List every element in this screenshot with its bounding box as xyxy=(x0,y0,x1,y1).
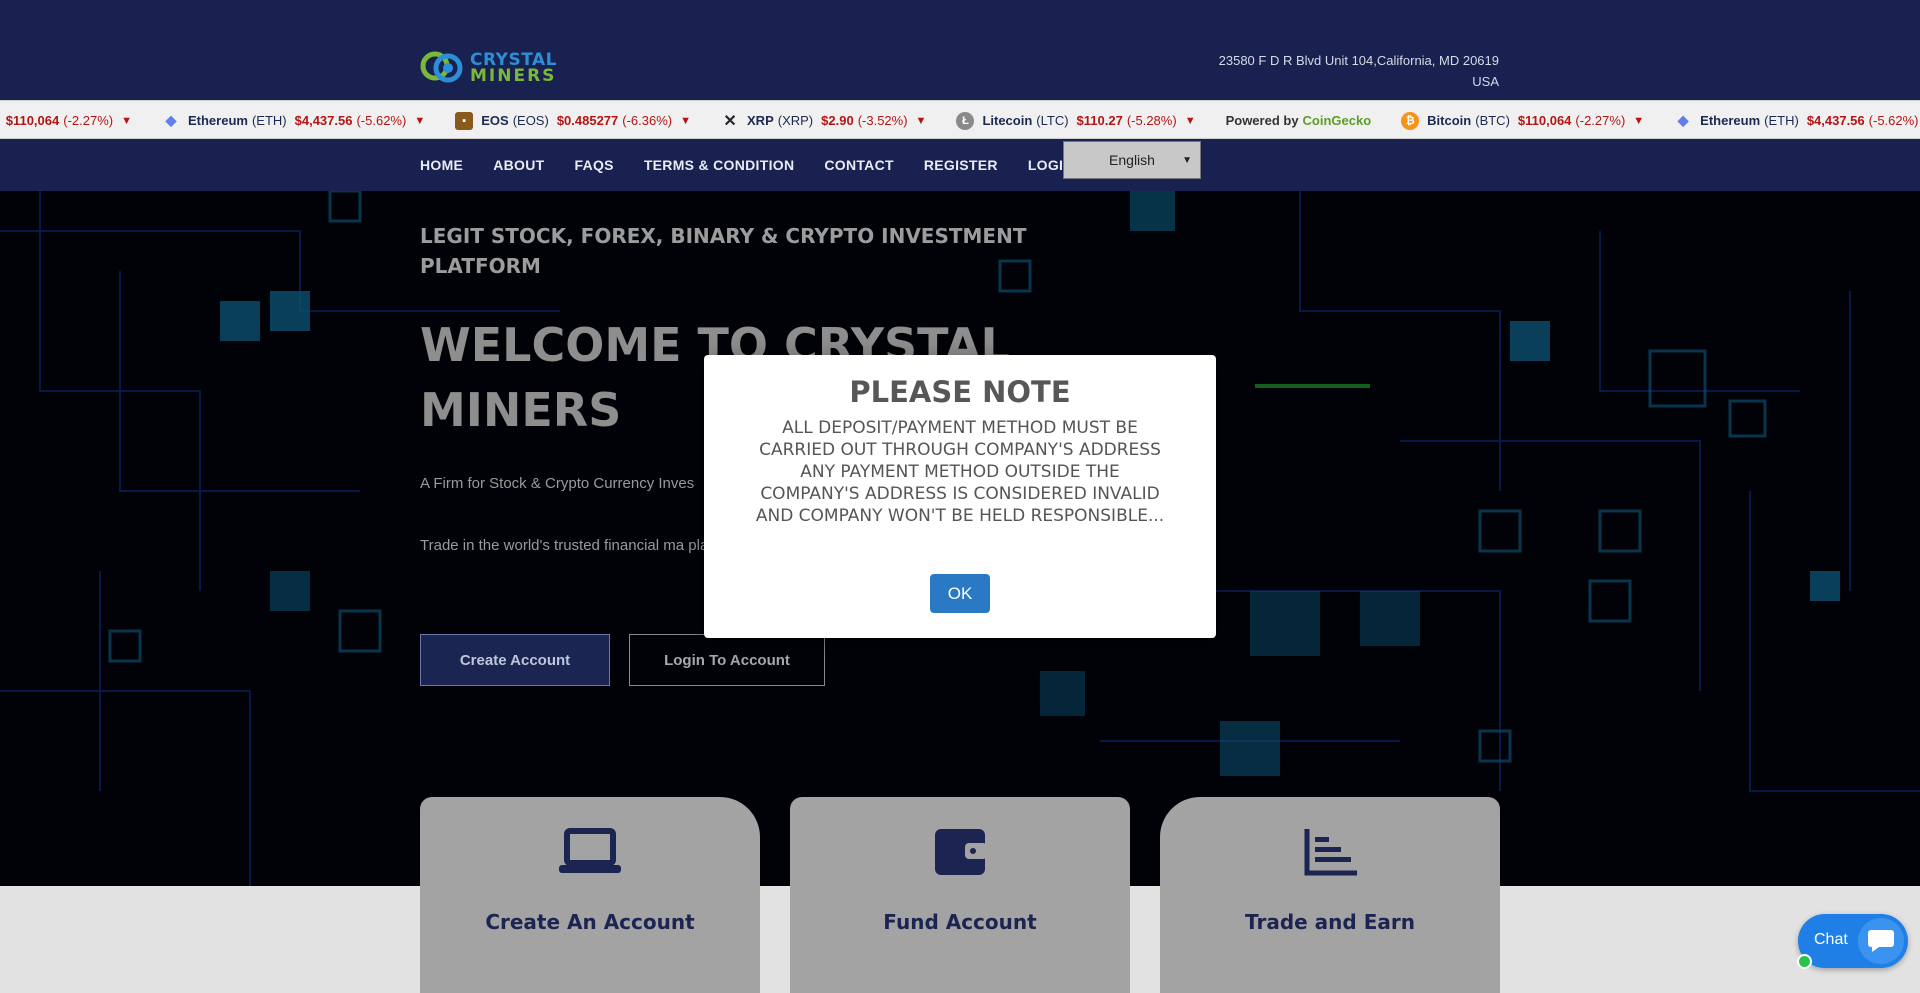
site-logo[interactable]: CRYSTAL MINERS xyxy=(420,46,557,90)
ticker-price: $110,064 xyxy=(5,113,60,128)
nav-home[interactable]: HOME xyxy=(420,157,463,173)
ticker-name: Litecoin xyxy=(982,113,1033,128)
modal-message: ALL DEPOSIT/PAYMENT METHOD MUST BE CARRI… xyxy=(755,418,1165,526)
ticker-price: $4,437.56 xyxy=(294,113,353,128)
chevron-down-icon[interactable]: ▼ xyxy=(414,115,425,127)
ticker-symbol: (ETH) xyxy=(1764,113,1799,128)
hero-tagline: LEGIT STOCK, FOREX, BINARY & CRYPTO INVE… xyxy=(420,224,1027,278)
ticker-change: (-5.62%) xyxy=(356,113,407,128)
ethereum-icon: ◆ xyxy=(165,112,177,128)
login-to-account-button[interactable]: Login To Account xyxy=(629,634,825,686)
ticker-price: $0.485277 xyxy=(556,113,619,128)
feature-card-title: Create An Account xyxy=(485,910,695,934)
nav-register[interactable]: REGISTER xyxy=(924,157,998,173)
ticker-item[interactable]: C) $110,064 (-2.27%) ▼ xyxy=(0,113,132,128)
ticker-name: Ethereum xyxy=(187,113,248,128)
eos-icon: ▪ xyxy=(455,111,474,130)
feature-card-fund-account[interactable]: Fund Account xyxy=(790,797,1130,993)
notice-modal: PLEASE NOTE ALL DEPOSIT/PAYMENT METHOD M… xyxy=(704,355,1216,638)
ticker-symbol: (ETH) xyxy=(251,113,287,128)
chevron-down-icon[interactable]: ▼ xyxy=(1185,115,1196,127)
powered-label: Powered by xyxy=(1225,113,1299,128)
ticker-powered-by[interactable]: Powered by CoinGecko xyxy=(1226,113,1372,128)
ticker-item[interactable]: ✕ XRP (XRP) $2.90 (-3.52%) ▼ xyxy=(721,112,926,130)
feature-card-trade-earn[interactable]: Trade and Earn xyxy=(1160,797,1500,993)
company-address: 23580 F D R Blvd Unit 104,California, MD… xyxy=(1219,50,1499,92)
ticker-symbol: (EOS) xyxy=(512,113,549,128)
ticker-change: (-5.62%) xyxy=(1868,113,1919,128)
online-status-dot xyxy=(1797,954,1812,969)
main-navigation: HOME ABOUT FAQS TERMS & CONDITION CONTAC… xyxy=(0,139,1920,191)
create-account-button[interactable]: Create Account xyxy=(420,634,610,686)
litecoin-icon: Ł xyxy=(956,111,975,130)
ticker-price: $110,064 xyxy=(1517,113,1572,128)
language-value: English xyxy=(1109,152,1155,168)
ticker-item[interactable]: ◆ Ethereum (ETH) $4,437.56 (-5.62%) ▼ xyxy=(1674,112,1920,130)
ticker-item[interactable]: Ł Litecoin (LTC) $110.27 (-5.28%) ▼ xyxy=(956,111,1196,130)
feature-card-title: Fund Account xyxy=(883,910,1037,934)
ticker-symbol: (LTC) xyxy=(1036,113,1069,128)
coingecko-link[interactable]: CoinGecko xyxy=(1303,113,1372,128)
ethereum-icon: ◆ xyxy=(1677,112,1689,128)
ticker-item[interactable]: ₿ Bitcoin (BTC) $110,064 (-2.27%) ▼ xyxy=(1401,111,1644,130)
chat-bubble-icon xyxy=(1858,918,1904,964)
ticker-price: $110.27 xyxy=(1076,113,1123,128)
ticker-name: XRP xyxy=(747,113,774,128)
ticker-change: (-2.27%) xyxy=(1575,113,1626,128)
logo-icon xyxy=(420,51,463,83)
ticker-item[interactable]: ◆ Ethereum (ETH) $4,437.56 (-5.62%) ▼ xyxy=(162,112,426,130)
ticker-change: (-3.52%) xyxy=(857,113,908,128)
ticker-name: Ethereum xyxy=(1700,113,1761,128)
ticker-price: $2.90 xyxy=(821,113,854,128)
feature-card-title: Trade and Earn xyxy=(1245,910,1415,934)
address-line1: 23580 F D R Blvd Unit 104,California, MD… xyxy=(1218,53,1499,68)
chevron-down-icon[interactable]: ▼ xyxy=(1633,115,1644,127)
ticker-name: Bitcoin xyxy=(1427,113,1472,128)
chevron-down-icon: ▼ xyxy=(1182,154,1192,166)
nav-faqs[interactable]: FAQS xyxy=(574,157,613,173)
logo-text-line2: MINERS xyxy=(470,66,557,86)
chevron-down-icon[interactable]: ▼ xyxy=(916,115,927,127)
chevron-down-icon[interactable]: ▼ xyxy=(680,115,691,127)
chart-bar-icon xyxy=(1304,829,1357,876)
nav-about[interactable]: ABOUT xyxy=(493,157,544,173)
ok-button[interactable]: OK xyxy=(930,574,990,613)
ticker-name: EOS xyxy=(481,113,509,128)
crypto-price-ticker: C) $110,064 (-2.27%) ▼ ◆ Ethereum (ETH) … xyxy=(0,100,1920,139)
feature-card-create-account[interactable]: Create An Account xyxy=(420,797,760,993)
chevron-down-icon[interactable]: ▼ xyxy=(121,115,132,127)
chat-widget-button[interactable]: Chat xyxy=(1798,914,1908,968)
nav-terms[interactable]: TERMS & CONDITION xyxy=(644,157,795,173)
ticker-change: (-6.36%) xyxy=(622,113,673,128)
language-select[interactable]: English ▼ xyxy=(1063,141,1201,179)
nav-contact[interactable]: CONTACT xyxy=(824,157,894,173)
ticker-change: (-2.27%) xyxy=(63,113,114,128)
address-line2: USA xyxy=(1472,74,1499,89)
ticker-symbol: (XRP) xyxy=(777,113,814,128)
site-header: CRYSTAL MINERS 23580 F D R Blvd Unit 104… xyxy=(0,0,1920,100)
modal-title: PLEASE NOTE xyxy=(849,375,1071,409)
wallet-icon xyxy=(935,829,987,875)
bitcoin-icon: ₿ xyxy=(1401,111,1420,130)
ticker-price: $4,437.56 xyxy=(1806,113,1865,128)
ticker-item[interactable]: ▪ EOS (EOS) $0.485277 (-6.36%) ▼ xyxy=(455,111,691,130)
chat-label: Chat xyxy=(1814,931,1848,948)
laptop-icon xyxy=(559,828,621,873)
ticker-symbol: (BTC) xyxy=(1475,113,1510,128)
xrp-icon: ✕ xyxy=(723,112,737,130)
ticker-change: (-5.28%) xyxy=(1126,113,1177,128)
